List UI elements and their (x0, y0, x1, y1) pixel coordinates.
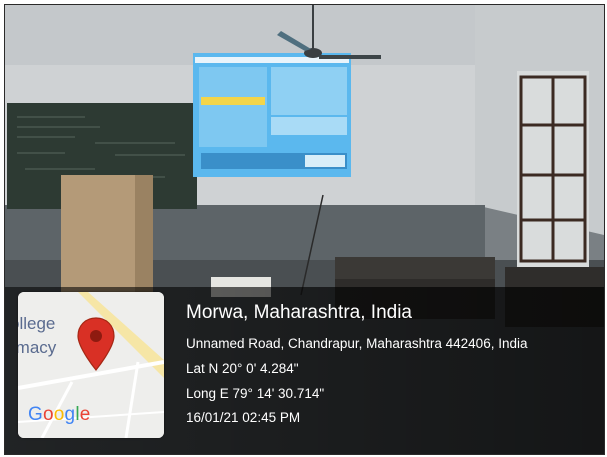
location-name: Morwa, Maharashtra, India (186, 302, 412, 323)
map-place-label-2: rmacy (18, 338, 57, 357)
map-thumbnail: ollege rmacy Google (18, 292, 164, 438)
google-logo: Google (28, 404, 91, 426)
latitude-text: Lat N 20° 0' 4.284" (186, 361, 299, 376)
map-pin-icon (77, 317, 115, 371)
datetime-text: 16/01/21 02:45 PM (186, 410, 301, 425)
map-place-label-1: ollege (18, 314, 56, 333)
address-text: Unnamed Road, Chandrapur, Maharashtra 44… (186, 336, 528, 351)
longitude-text: Long E 79° 14' 30.714" (186, 386, 325, 401)
google-logo-text: Google (28, 404, 91, 425)
